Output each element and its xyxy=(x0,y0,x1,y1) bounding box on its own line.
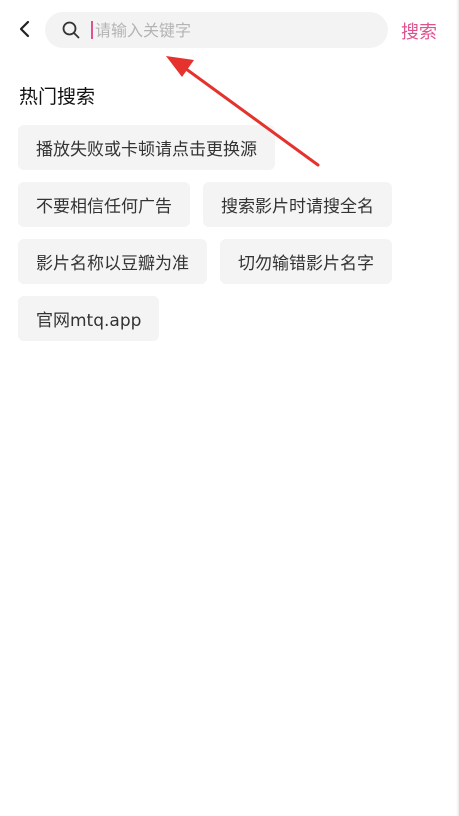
hot-search-tag[interactable]: 官网mtq.app xyxy=(18,296,160,341)
hot-search-tags: 播放失败或卡顿请点击更换源 不要相信任何广告 搜索影片时请搜全名 影片名称以豆瓣… xyxy=(18,125,438,341)
chevron-left-icon xyxy=(18,20,32,42)
search-screen: 搜索 热门搜索 播放失败或卡顿请点击更换源 不要相信任何广告 搜索影片时请搜全名… xyxy=(0,0,459,816)
search-header: 搜索 xyxy=(0,12,459,50)
text-cursor xyxy=(91,21,93,39)
back-button[interactable] xyxy=(12,18,38,44)
search-button[interactable]: 搜索 xyxy=(401,18,437,44)
hot-search-tag[interactable]: 不要相信任何广告 xyxy=(18,182,190,227)
hot-search-tag[interactable]: 影片名称以豆瓣为准 xyxy=(18,239,207,284)
hot-search-tag[interactable]: 播放失败或卡顿请点击更换源 xyxy=(18,125,275,170)
search-icon xyxy=(61,20,81,40)
hot-search-title: 热门搜索 xyxy=(19,86,96,108)
annotation-arrow xyxy=(166,56,320,167)
search-box[interactable] xyxy=(45,12,388,48)
hot-search-tag[interactable]: 切勿输错影片名字 xyxy=(220,239,392,284)
hot-search-tag[interactable]: 搜索影片时请搜全名 xyxy=(203,182,392,227)
search-input[interactable] xyxy=(95,20,355,40)
